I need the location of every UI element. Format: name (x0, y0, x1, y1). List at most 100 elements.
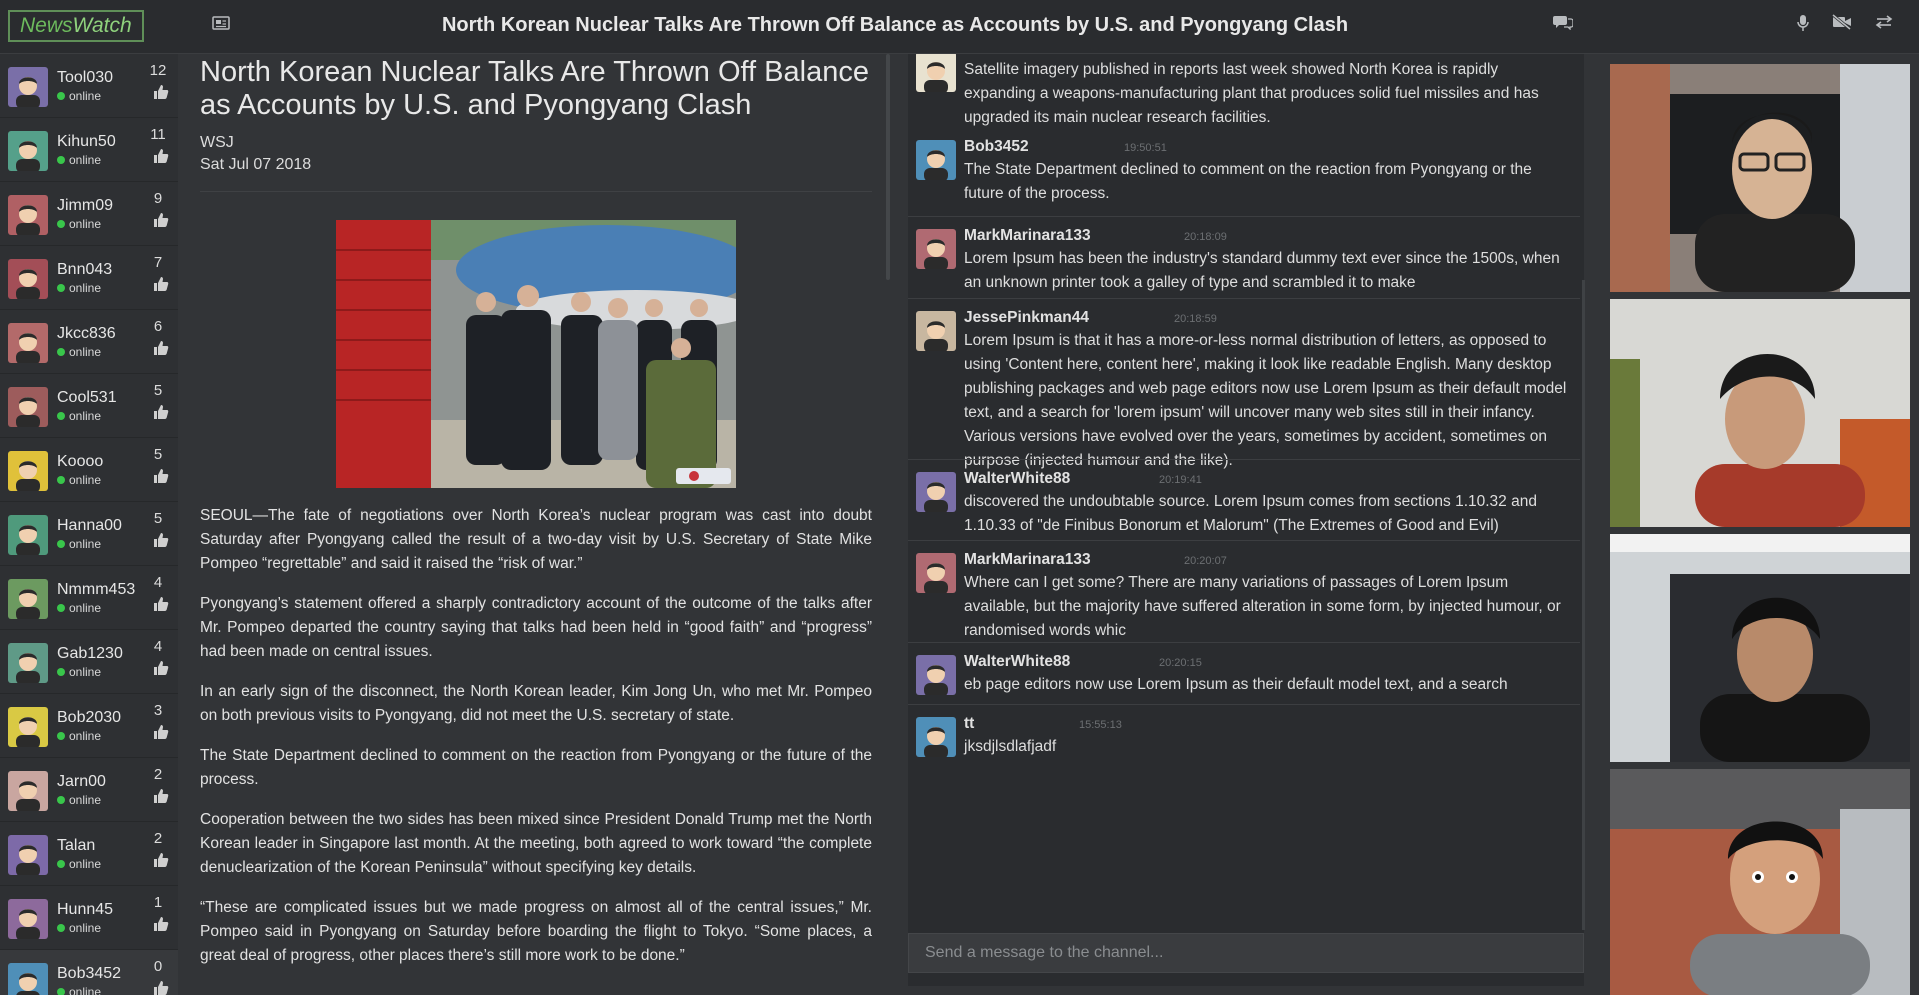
avatar (8, 643, 48, 683)
thumbs-up-icon[interactable] (152, 148, 170, 166)
user-list-item[interactable]: Bob2030 online 3 (0, 694, 178, 758)
user-name: Bob3452 (57, 965, 122, 982)
avatar[interactable] (916, 311, 956, 351)
user-list-item[interactable]: Kihun50 online 11 (0, 118, 178, 182)
avatar[interactable] (916, 655, 956, 695)
message-timestamp: 19:50:51 (1124, 142, 1167, 154)
message-author[interactable]: WalterWhite88 (964, 470, 1070, 488)
chat-message: tt 15:55:13 jksdjlsdlafjadf (908, 704, 1580, 764)
article-source: WSJ (200, 134, 234, 151)
article-paragraph: SEOUL—The fate of negotiations over Nort… (200, 507, 872, 572)
news-icon[interactable] (210, 14, 232, 36)
thumbs-up-icon[interactable] (152, 788, 170, 806)
like-count: 9 (153, 190, 163, 207)
message-author[interactable]: MarkMarinara133 (964, 227, 1091, 245)
thumbs-up-icon[interactable] (152, 84, 170, 102)
avatar[interactable] (916, 54, 956, 92)
online-dot-icon (57, 412, 65, 420)
user-list-item[interactable]: Hunn45 online 1 (0, 886, 178, 950)
avatar (8, 515, 48, 555)
article-paragraph: In an early sign of the disconnect, the … (200, 683, 872, 724)
video-off-icon[interactable] (1831, 13, 1853, 36)
chat-message-list: Satellite imagery published in reports l… (908, 54, 1584, 931)
avatar (8, 387, 48, 427)
article-paragraph: Pyongyang’s statement offered a sharply … (200, 595, 872, 660)
thumbs-up-icon[interactable] (152, 532, 170, 550)
thumbs-up-icon[interactable] (152, 276, 170, 294)
message-text: Lorem Ipsum is that it has a more-or-les… (964, 332, 1567, 469)
message-timestamp: 20:20:07 (1184, 555, 1227, 567)
user-list-item[interactable]: Jimm09 online 9 (0, 182, 178, 246)
user-list-item[interactable]: Nmmm453 online 4 (0, 566, 178, 630)
message-author[interactable]: Bob3452 (964, 138, 1029, 156)
user-list-item[interactable]: Cool531 online 5 (0, 374, 178, 438)
thumbs-up-icon[interactable] (152, 916, 170, 934)
thumbs-up-icon[interactable] (152, 852, 170, 870)
divider (200, 191, 872, 192)
video-feed-3[interactable] (1610, 534, 1910, 762)
message-author[interactable]: WalterWhite88 (964, 653, 1070, 671)
user-list-item[interactable]: Bnn043 online 7 (0, 246, 178, 310)
article-scrollbar[interactable] (886, 54, 890, 280)
message-author[interactable]: tt (964, 715, 974, 733)
switch-icon[interactable] (1873, 14, 1895, 36)
avatar (8, 131, 48, 171)
status-label: online (69, 537, 102, 551)
user-list-item[interactable]: Koooo online 5 (0, 438, 178, 502)
like-count: 2 (153, 830, 163, 847)
chat-message: MarkMarinara133 20:20:07 Where can I get s… (908, 540, 1580, 642)
user-list-item[interactable]: Gab1230 online 4 (0, 630, 178, 694)
status-label: online (69, 217, 102, 231)
avatar[interactable] (916, 472, 956, 512)
user-status: online (57, 473, 101, 487)
thumbs-up-icon[interactable] (152, 212, 170, 230)
thumbs-up-icon[interactable] (152, 404, 170, 422)
like-count: 2 (153, 766, 163, 783)
chat-scrollbar[interactable] (1582, 280, 1585, 930)
thumbs-up-icon[interactable] (152, 660, 170, 678)
chat-icon[interactable] (1552, 14, 1574, 36)
microphone-icon[interactable] (1792, 14, 1814, 36)
video-feed-2[interactable] (1610, 299, 1910, 527)
avatar[interactable] (916, 717, 956, 757)
chat-message: Bob3452 19:50:51 The State Department decl… (908, 134, 1580, 216)
message-author[interactable]: JessePinkman44 (964, 309, 1089, 327)
avatar (8, 899, 48, 939)
like-count: 3 (153, 702, 163, 719)
user-name: Bnn043 (57, 261, 113, 278)
online-dot-icon (57, 540, 65, 548)
thumbs-up-icon[interactable] (152, 468, 170, 486)
user-status: online (57, 665, 101, 679)
top-bar: NewsWatch North Korean Nuclear Talks Are… (0, 0, 1919, 54)
user-list-item[interactable]: Hanna00 online 5 (0, 502, 178, 566)
message-author[interactable]: MarkMarinara133 (964, 551, 1091, 569)
avatar[interactable] (916, 553, 956, 593)
user-status: online (57, 89, 101, 103)
avatar[interactable] (916, 140, 956, 180)
chat-message-input[interactable]: Send a message to the channel... (908, 933, 1584, 973)
like-count: 0 (153, 958, 163, 975)
video-feed-4[interactable] (1610, 769, 1910, 995)
user-list-item[interactable]: Jkcc836 online 6 (0, 310, 178, 374)
chat-panel: Satellite imagery published in reports l… (908, 54, 1584, 986)
user-list-item[interactable]: Talan online 2 (0, 822, 178, 886)
message-timestamp: 15:55:13 (1079, 719, 1122, 731)
video-feed-1[interactable] (1610, 64, 1910, 292)
thumbs-up-icon[interactable] (152, 340, 170, 358)
thumbs-up-icon[interactable] (152, 724, 170, 742)
status-label: online (69, 89, 102, 103)
like-count: 11 (150, 126, 166, 143)
online-dot-icon (57, 796, 65, 804)
user-list-item[interactable]: Bob3452 online 0 (0, 950, 178, 995)
avatar (8, 323, 48, 363)
online-dot-icon (57, 924, 65, 932)
logo-prefix: News (20, 14, 73, 37)
avatar (8, 963, 48, 995)
user-list-item[interactable]: Jarn00 online 2 (0, 758, 178, 822)
message-timestamp: 20:18:09 (1184, 231, 1227, 243)
user-list-item[interactable]: Tool030 online 12 (0, 54, 178, 118)
app-logo[interactable]: NewsWatch (8, 10, 144, 42)
avatar[interactable] (916, 229, 956, 269)
thumbs-up-icon[interactable] (152, 596, 170, 614)
thumbs-up-icon[interactable] (152, 980, 170, 995)
